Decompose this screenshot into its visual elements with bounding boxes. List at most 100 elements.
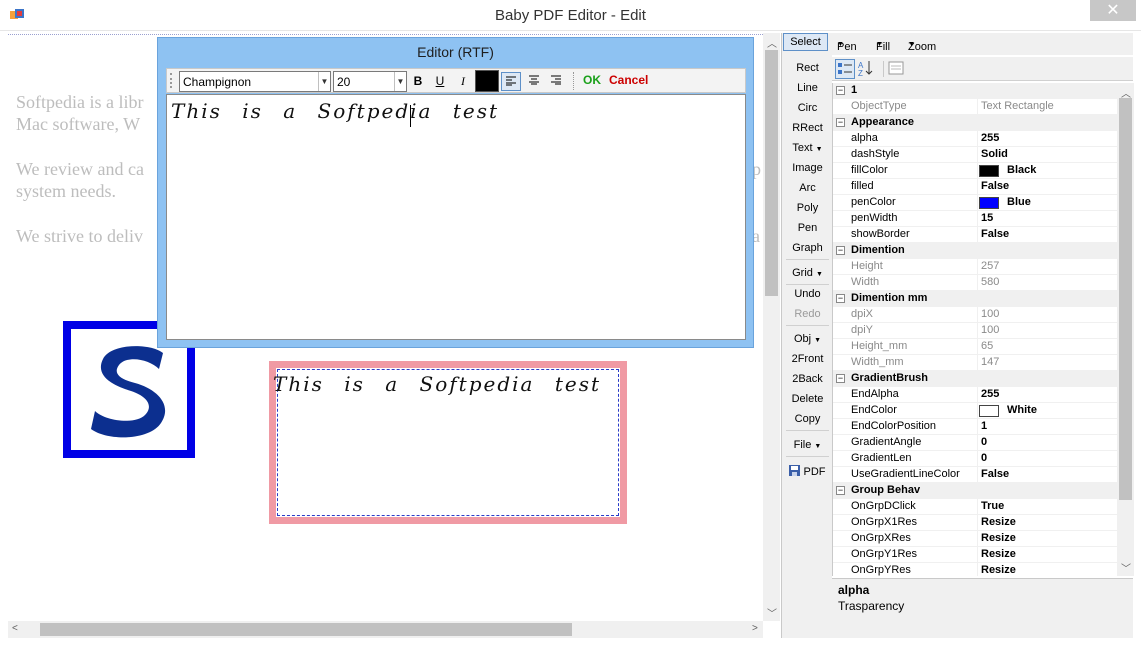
- delete-button[interactable]: Delete: [782, 393, 833, 405]
- property-row[interactable]: EndColor White: [833, 403, 1117, 419]
- property-grid[interactable]: −1 ObjectType Text Rectangle − Appearance …: [832, 83, 1117, 576]
- category-group-behav[interactable]: − Group Behav: [833, 483, 1117, 499]
- horizontal-scroll-thumb[interactable]: [40, 623, 572, 636]
- alphabetical-view-button[interactable]: AZ: [857, 59, 877, 79]
- column-divider: [977, 451, 978, 467]
- column-divider: [977, 275, 978, 291]
- ok-button[interactable]: OK: [583, 73, 601, 87]
- property-row[interactable]: filled False: [833, 179, 1117, 195]
- align-right-button[interactable]: [546, 72, 566, 91]
- collapse-icon[interactable]: −: [836, 86, 845, 95]
- pdf-button[interactable]: PDF: [782, 465, 833, 478]
- cancel-button[interactable]: Cancel: [609, 73, 648, 87]
- property-row[interactable]: showBorder False: [833, 227, 1117, 243]
- undo-button[interactable]: Undo: [782, 288, 833, 300]
- property-row[interactable]: OnGrpXRes Resize: [833, 531, 1117, 547]
- tool-rrect[interactable]: RRect: [782, 122, 833, 134]
- toolbar-grip-icon: [170, 73, 172, 88]
- send-to-back-button[interactable]: 2Back: [782, 373, 833, 385]
- text-color-button[interactable]: [475, 70, 499, 92]
- scroll-down-icon[interactable]: ﹀: [1121, 560, 1131, 575]
- pdf-label: PDF: [803, 466, 826, 478]
- column-divider: [977, 163, 978, 179]
- property-name: fillColor: [851, 164, 888, 176]
- tool-graph[interactable]: Graph: [782, 242, 833, 254]
- tool-poly[interactable]: Poly: [782, 202, 833, 214]
- close-button[interactable]: ✕: [1090, 0, 1136, 21]
- tool-rect[interactable]: Rect: [782, 62, 833, 74]
- category-appearance[interactable]: − Appearance: [833, 115, 1117, 131]
- property-row[interactable]: Height 257: [833, 259, 1117, 275]
- collapse-icon[interactable]: −: [836, 486, 845, 495]
- file-button[interactable]: File ▼: [782, 439, 833, 451]
- scroll-right-icon[interactable]: >: [752, 623, 758, 634]
- property-name: ObjectType: [851, 100, 907, 112]
- obj-button[interactable]: Obj ▼: [782, 333, 833, 345]
- tool-circ[interactable]: Circ: [782, 102, 833, 114]
- redo-button[interactable]: Redo: [782, 308, 833, 320]
- collapse-icon[interactable]: −: [836, 374, 845, 383]
- property-row[interactable]: penColor Blue: [833, 195, 1117, 211]
- property-name: GradientLen: [851, 452, 912, 464]
- property-grid-scroll-thumb[interactable]: [1119, 98, 1132, 500]
- property-row[interactable]: EndAlpha 255: [833, 387, 1117, 403]
- property-row[interactable]: dpiY 100: [833, 323, 1117, 339]
- tool-arc[interactable]: Arc: [782, 182, 833, 194]
- category-dimention-mm[interactable]: − Dimention mm: [833, 291, 1117, 307]
- category-gradient-brush[interactable]: − GradientBrush: [833, 371, 1117, 387]
- select-tool-button[interactable]: Select: [783, 33, 828, 51]
- property-row[interactable]: OnGrpX1Res Resize: [833, 515, 1117, 531]
- category-dimention[interactable]: − Dimention: [833, 243, 1117, 259]
- object-header[interactable]: −1: [833, 83, 1117, 99]
- italic-button[interactable]: I: [453, 72, 473, 91]
- font-family-select[interactable]: Champignon ▼: [179, 71, 331, 92]
- underline-button[interactable]: U: [430, 72, 450, 91]
- tool-text[interactable]: Text ▼: [782, 142, 833, 154]
- font-size-select[interactable]: 20 ▼: [333, 71, 407, 92]
- vertical-scroll-thumb[interactable]: [765, 50, 778, 296]
- property-row[interactable]: fillColor Black: [833, 163, 1117, 179]
- align-left-button[interactable]: [501, 72, 521, 91]
- bold-button[interactable]: B: [408, 72, 428, 91]
- scroll-left-icon[interactable]: <: [12, 623, 18, 634]
- property-row[interactable]: dashStyle Solid: [833, 147, 1117, 163]
- bring-to-front-button[interactable]: 2Front: [782, 353, 833, 365]
- property-row[interactable]: GradientLen 0: [833, 451, 1117, 467]
- property-row[interactable]: GradientAngle 0: [833, 435, 1117, 451]
- property-row[interactable]: OnGrpY1Res Resize: [833, 547, 1117, 563]
- tool-separator: [786, 456, 829, 457]
- copy-button[interactable]: Copy: [782, 413, 833, 425]
- property-row[interactable]: Width_mm 147: [833, 355, 1117, 371]
- collapse-icon[interactable]: −: [836, 294, 845, 303]
- align-center-button[interactable]: [524, 72, 544, 91]
- property-row[interactable]: EndColorPosition 1: [833, 419, 1117, 435]
- canvas-paragraph: We strive to deliv: [16, 226, 144, 246]
- grid-button[interactable]: Grid ▼: [782, 267, 833, 279]
- property-row[interactable]: ObjectType Text Rectangle: [833, 99, 1117, 115]
- collapse-icon[interactable]: −: [836, 118, 845, 127]
- property-name: Width: [851, 276, 880, 288]
- rich-text-area[interactable]: This is a Softpedia test: [166, 94, 746, 340]
- tool-pen[interactable]: Pen: [782, 222, 833, 234]
- property-value: 0: [981, 436, 988, 448]
- categorized-view-button[interactable]: [835, 59, 855, 79]
- property-row[interactable]: OnGrpDClick True: [833, 499, 1117, 515]
- property-row[interactable]: Height_mm 65: [833, 339, 1117, 355]
- scroll-up-icon[interactable]: ︿: [767, 35, 777, 50]
- property-row[interactable]: dpiX 100: [833, 307, 1117, 323]
- scroll-down-icon[interactable]: ﹀: [767, 605, 777, 620]
- property-row[interactable]: penWidth 15: [833, 211, 1117, 227]
- tool-line[interactable]: Line: [782, 82, 833, 94]
- property-row[interactable]: OnGrpYRes Resize: [833, 563, 1117, 576]
- property-value: 580: [981, 276, 1000, 288]
- property-row[interactable]: UseGradientLineColor False: [833, 467, 1117, 483]
- property-pages-button[interactable]: [887, 59, 907, 79]
- property-row[interactable]: Width 580: [833, 275, 1117, 291]
- dropdown-arrow-icon: ▼: [908, 41, 915, 48]
- tool-image[interactable]: Image: [782, 162, 833, 174]
- property-name: OnGrpYRes: [851, 564, 911, 576]
- editor-title: Editor (RTF): [417, 44, 494, 60]
- collapse-icon[interactable]: −: [836, 246, 845, 255]
- column-divider: [977, 563, 978, 576]
- property-row[interactable]: alpha 255: [833, 131, 1117, 147]
